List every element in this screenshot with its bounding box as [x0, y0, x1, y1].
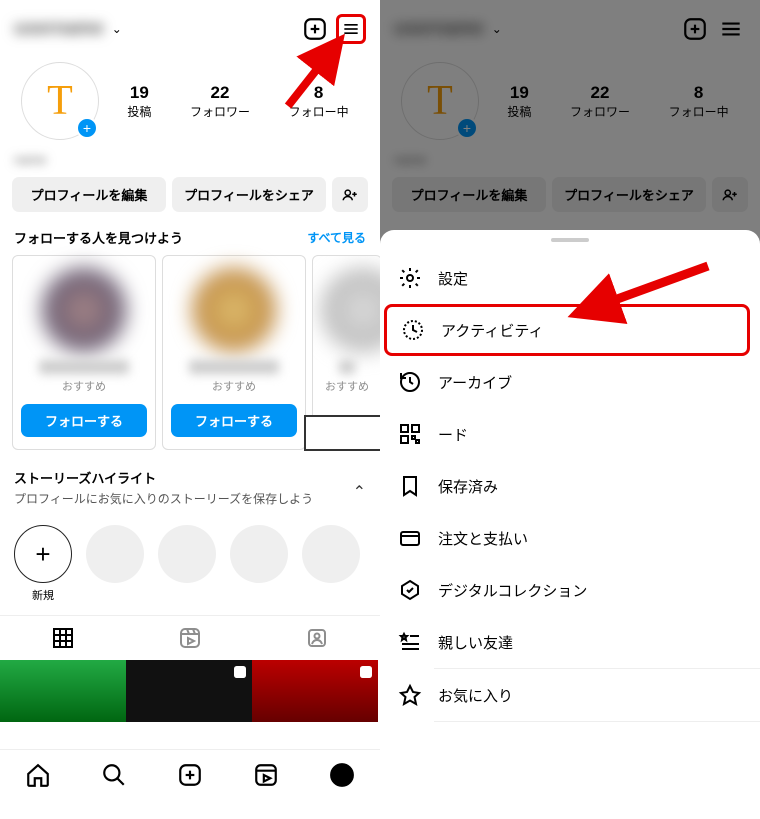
post-thumbnail[interactable]: [252, 660, 378, 722]
suggestion-avatar[interactable]: [321, 268, 380, 352]
suggestion-card: おすすめ フォローする: [162, 255, 306, 450]
hexagon-icon: [398, 578, 422, 602]
discover-title: フォローする人を見つけよう: [14, 228, 307, 247]
gear-icon: [398, 266, 422, 290]
avatar[interactable]: T +: [21, 62, 99, 140]
add-story-icon[interactable]: +: [456, 117, 478, 139]
followers-stat[interactable]: 22 フォロワー: [190, 83, 250, 120]
grid-tab[interactable]: [0, 616, 127, 660]
highlights-subtitle: プロフィールにお気に入りのストーリーズを保存しよう: [14, 490, 313, 507]
suggestion-name: [39, 360, 129, 374]
chevron-down-icon: ⌄: [492, 22, 502, 36]
suggestion-card: おすすめ フォローする: [12, 255, 156, 450]
share-profile-button[interactable]: プロフィールをシェア: [172, 177, 326, 212]
share-profile-button[interactable]: プロフィールをシェア: [552, 177, 706, 212]
following-stat[interactable]: 8 フォロー中: [669, 83, 729, 120]
qr-icon: [398, 422, 422, 446]
suggestion-carousel[interactable]: おすすめ フォローする おすすめ フォローする おすすめ: [0, 255, 380, 450]
new-highlight-button[interactable]: + 新規: [14, 525, 72, 603]
home-tab[interactable]: [25, 762, 51, 793]
sheet-grabber[interactable]: [551, 238, 589, 242]
add-story-icon[interactable]: +: [76, 117, 98, 139]
reels-nav-tab[interactable]: [253, 762, 279, 793]
suggestion-name: [189, 360, 279, 374]
highlight-placeholder: [158, 525, 216, 583]
display-name: name: [0, 146, 380, 177]
username[interactable]: username: [14, 18, 104, 40]
posts-stat[interactable]: 19 投稿: [507, 83, 531, 120]
menu-orders[interactable]: 注文と支払い: [380, 512, 760, 564]
see-all-link[interactable]: すべて見る: [307, 229, 366, 246]
menu-sheet: 設定 アクティビティ アーカイブ ード 保存済み 注文と支払い デジタルコレ: [380, 230, 760, 819]
bookmark-icon: [398, 474, 422, 498]
menu-favorites[interactable]: お気に入り: [380, 669, 760, 721]
follow-button[interactable]: フォローする: [21, 404, 147, 437]
profile-header: username ⌄: [0, 0, 380, 58]
card-icon: [398, 526, 422, 550]
menu-digital[interactable]: デジタルコレクション: [380, 564, 760, 616]
create-button[interactable]: [680, 14, 710, 44]
following-stat[interactable]: 8 フォロー中: [289, 83, 349, 120]
tagged-tab[interactable]: [253, 616, 380, 660]
post-thumbnail[interactable]: [0, 660, 126, 722]
posts-stat[interactable]: 19 投稿: [127, 83, 151, 120]
highlights-title: ストーリーズハイライト: [14, 468, 313, 487]
highlight-placeholder: [230, 525, 288, 583]
discover-people-button[interactable]: [712, 177, 748, 212]
menu-button[interactable]: [716, 14, 746, 44]
followers-stat[interactable]: 22 フォロワー: [570, 83, 630, 120]
chevron-down-icon: ⌄: [112, 22, 122, 36]
display-name: name: [380, 146, 760, 177]
menu-activity[interactable]: アクティビティ: [387, 307, 747, 353]
search-tab[interactable]: [101, 762, 127, 793]
menu-archive[interactable]: アーカイブ: [380, 356, 760, 408]
suggestion-card: おすすめ: [312, 255, 380, 450]
avatar[interactable]: T +: [401, 62, 479, 140]
post-thumbnail[interactable]: [126, 660, 252, 722]
discover-people-button[interactable]: [332, 177, 368, 212]
highlight-placeholder: [302, 525, 360, 583]
menu-close-friends[interactable]: 親しい友達: [380, 616, 760, 668]
reels-tab[interactable]: [127, 616, 254, 660]
edit-profile-button[interactable]: プロフィールを編集: [392, 177, 546, 212]
menu-button[interactable]: [336, 14, 366, 44]
activity-icon: [401, 318, 425, 342]
follow-button[interactable]: フォローする: [171, 404, 297, 437]
menu-qr[interactable]: ード: [380, 408, 760, 460]
chevron-up-icon[interactable]: ⌃: [353, 468, 366, 502]
list-star-icon: [398, 630, 422, 654]
suggestion-name: [339, 360, 355, 374]
bottom-nav: [0, 749, 380, 819]
create-tab[interactable]: [177, 762, 203, 793]
create-button[interactable]: [300, 14, 330, 44]
profile-tab[interactable]: [329, 762, 355, 793]
archive-icon: [398, 370, 422, 394]
suggestion-avatar[interactable]: [42, 268, 126, 352]
profile-header: username ⌄: [380, 0, 760, 58]
username[interactable]: username: [394, 18, 484, 40]
menu-saved[interactable]: 保存済み: [380, 460, 760, 512]
menu-settings[interactable]: 設定: [380, 252, 760, 304]
edit-profile-button[interactable]: プロフィールを編集: [12, 177, 166, 212]
suggestion-avatar[interactable]: [192, 268, 276, 352]
star-icon: [398, 683, 422, 707]
highlight-placeholder: [86, 525, 144, 583]
